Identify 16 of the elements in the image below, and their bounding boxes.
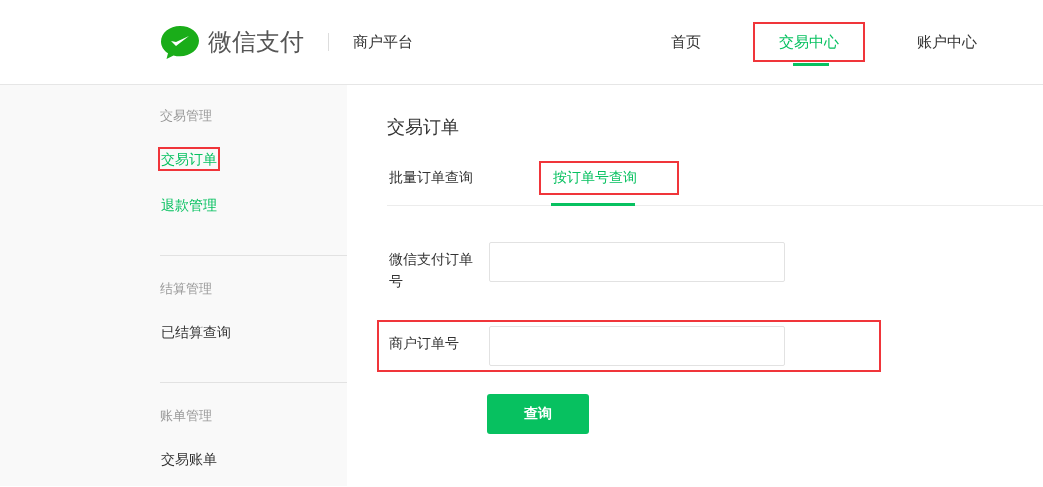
- input-field[interactable]: [489, 242, 785, 282]
- sidebar-group-title: 账单管理: [160, 407, 213, 425]
- tab[interactable]: 批量订单查询: [387, 161, 515, 195]
- sidebar-item[interactable]: 已结算查询: [158, 320, 234, 344]
- page-title: 交易订单: [387, 115, 460, 139]
- platform-name: 商户平台: [353, 32, 413, 52]
- sidebar-group-title: 交易管理: [160, 107, 213, 125]
- chat-bubble-check-icon: [160, 24, 200, 60]
- field-label: 微信支付订单号: [389, 250, 474, 291]
- brand-name: 微信支付: [208, 27, 304, 58]
- sidebar-group-title: 结算管理: [160, 280, 213, 298]
- nav-tab[interactable]: 账户中心: [891, 22, 1003, 62]
- sidebar-item[interactable]: 交易账单: [158, 447, 220, 471]
- nav-tab[interactable]: 首页: [645, 22, 727, 62]
- field-label: 商户订单号: [389, 334, 460, 353]
- input-field[interactable]: [489, 326, 785, 366]
